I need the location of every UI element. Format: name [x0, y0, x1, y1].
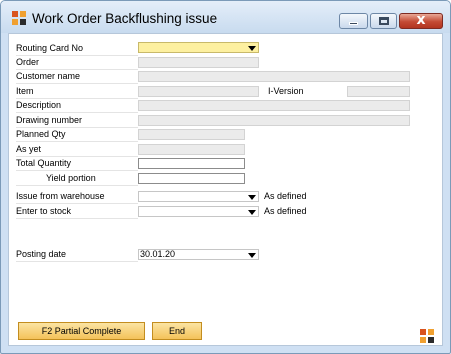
total-quantity-label: Total Quantity [16, 158, 72, 168]
divider [16, 55, 138, 56]
app-window: Work Order Backflushing issue x Routing … [0, 0, 451, 354]
drawing-number-label: Drawing number [16, 115, 83, 125]
posting-date-label: Posting date [16, 249, 67, 259]
as-yet-label: As yet [16, 144, 42, 154]
close-button[interactable]: x [399, 12, 443, 29]
minimize-button[interactable] [339, 13, 368, 29]
enter-as-defined-hint: As defined [264, 206, 307, 216]
description-field [138, 100, 410, 111]
divider [16, 261, 138, 262]
dropdown-arrow-icon[interactable] [248, 46, 256, 51]
f2-partial-complete-button[interactable]: F2 Partial Complete [18, 322, 145, 340]
divider [16, 69, 138, 70]
order-field [138, 57, 259, 68]
dropdown-arrow-icon[interactable] [248, 253, 256, 258]
divider [16, 218, 138, 219]
app-logo-icon [420, 329, 434, 343]
item-field [138, 86, 259, 97]
form-area: Routing Card No Order Customer name Item… [8, 33, 443, 346]
minimize-icon [349, 22, 358, 25]
divider [16, 203, 138, 204]
divider [16, 170, 138, 171]
issue-as-defined-hint: As defined [264, 191, 307, 201]
i-version-field [347, 86, 410, 97]
drawing-number-field [138, 115, 410, 126]
item-label: Item [16, 86, 34, 96]
issue-from-warehouse-label: Issue from warehouse [16, 191, 105, 201]
divider [16, 156, 138, 157]
yield-portion-label: Yield portion [46, 173, 96, 183]
enter-to-stock-label: Enter to stock [16, 206, 72, 216]
divider [16, 112, 138, 113]
i-version-label: I-Version [268, 86, 304, 96]
enter-to-stock-combo[interactable] [138, 206, 259, 217]
app-logo-icon [12, 11, 26, 25]
dropdown-arrow-icon[interactable] [248, 210, 256, 215]
yield-portion-input[interactable] [138, 173, 245, 184]
divider [16, 98, 138, 99]
close-icon: x [416, 12, 426, 28]
planned-qty-field [138, 129, 245, 140]
total-quantity-input[interactable] [138, 158, 245, 169]
maximize-icon [379, 17, 389, 25]
divider [16, 185, 138, 186]
window-title: Work Order Backflushing issue [32, 11, 218, 26]
end-button[interactable]: End [152, 322, 202, 340]
description-label: Description [16, 100, 62, 110]
order-label: Order [16, 57, 40, 67]
dropdown-arrow-icon[interactable] [248, 195, 256, 200]
customer-name-label: Customer name [16, 71, 81, 81]
posting-date-combo[interactable]: 30.01.20 [138, 249, 259, 260]
divider [16, 127, 138, 128]
planned-qty-label: Planned Qty [16, 129, 66, 139]
divider [16, 83, 138, 84]
divider [16, 141, 138, 142]
as-yet-field [138, 144, 245, 155]
routing-card-no-label: Routing Card No [16, 43, 84, 53]
routing-card-no-combo[interactable] [138, 42, 259, 53]
issue-from-warehouse-combo[interactable] [138, 191, 259, 202]
customer-name-field [138, 71, 410, 82]
maximize-button[interactable] [370, 13, 397, 29]
posting-date-value: 30.01.20 [140, 249, 176, 259]
title-bar[interactable]: Work Order Backflushing issue x [1, 1, 450, 33]
